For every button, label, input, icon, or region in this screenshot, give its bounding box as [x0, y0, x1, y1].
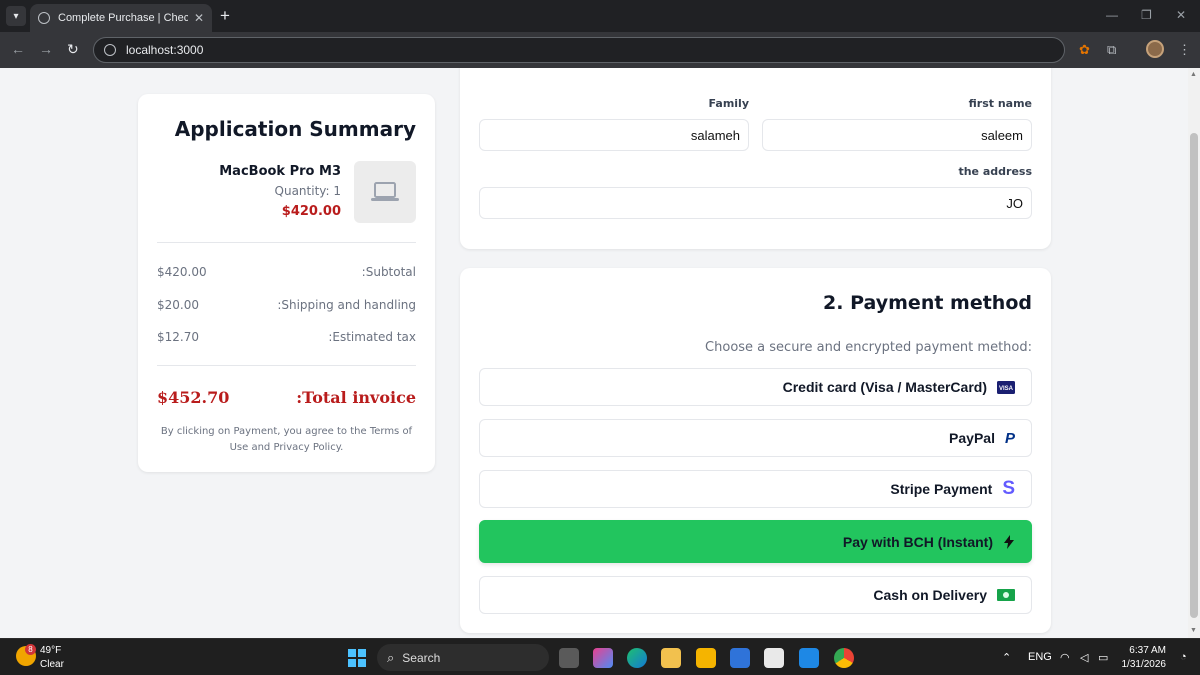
profile-avatar[interactable] — [1146, 40, 1164, 58]
payment-card: 2. Payment method Choose a secure and en… — [460, 268, 1051, 633]
extension-icon[interactable]: ✿ — [1079, 42, 1090, 58]
scroll-down-icon[interactable]: ▼ — [1190, 627, 1197, 634]
checkout-page: Application Summary MacBook Pro M3 Quant… — [0, 68, 1188, 638]
paypal-icon: P — [1004, 429, 1015, 447]
close-window-icon[interactable]: ✕ — [1176, 8, 1186, 22]
reload-icon[interactable]: ↻ — [67, 41, 79, 58]
total-row: Total invoice: $452.70 — [157, 388, 416, 407]
shipping-card: Family first name the address — [460, 68, 1051, 249]
stripe-icon: S — [1002, 478, 1015, 499]
edge-icon[interactable] — [627, 648, 647, 668]
clock[interactable]: 6:37 AM 1/31/2026 — [1122, 644, 1167, 672]
cash-label: Cash on Delivery — [873, 587, 987, 603]
bch-payment-button[interactable]: Pay with BCH (Instant) — [479, 520, 1032, 563]
outlook-icon[interactable] — [730, 648, 750, 668]
paypal-option[interactable]: PayPal P — [479, 419, 1032, 457]
battery-icon[interactable]: ▭ — [1098, 651, 1108, 664]
wifi-icon[interactable]: ◠ — [1060, 651, 1070, 664]
product-price: $420.00 — [281, 204, 341, 219]
restore-icon[interactable]: ❐ — [1141, 8, 1152, 22]
url-text: localhost:3000 — [126, 43, 204, 57]
shipping-row: Shipping and handling: $20.00 — [157, 298, 416, 312]
shipping-value: $20.00 — [157, 298, 199, 312]
shipping-label: Shipping and handling: — [277, 298, 416, 312]
divider — [157, 242, 416, 243]
weather-badge: 8 — [25, 644, 36, 655]
temperature: 49°F — [40, 645, 62, 656]
copilot-icon[interactable] — [593, 648, 613, 668]
svg-text:VISA: VISA — [999, 386, 1014, 392]
stripe-label: Stripe Payment — [890, 481, 993, 497]
address-label: the address — [958, 165, 1032, 178]
terms-text: By clicking on Payment, you agree to the… — [160, 426, 413, 453]
summary-title: Application Summary — [174, 117, 416, 141]
total-value: $452.70 — [157, 388, 230, 407]
taskbar: 8 49°F Clear ⌕ Search ⌃ ENG ◠ ◁ ▭ 6:37 A… — [0, 638, 1200, 675]
order-summary-card: Application Summary MacBook Pro M3 Quant… — [138, 94, 435, 472]
browser-toolbar: ← → ↻ localhost:3000 ✿ ⧉ ⋮ — [0, 32, 1200, 68]
subtotal-row: Subtotal: $420.00 — [157, 265, 416, 279]
subtotal-label: Subtotal: — [361, 265, 416, 279]
chrome-icon[interactable] — [834, 648, 854, 668]
payment-title: 2. Payment method — [823, 292, 1032, 314]
task-view-icon[interactable] — [559, 648, 579, 668]
chevron-up-icon[interactable]: ⌃ — [1002, 651, 1011, 664]
browser-tab-strip: ▾ Complete Purchase | Checkout ✕ + — ❐ ✕ — [0, 0, 1200, 32]
weather-condition: Clear — [40, 659, 64, 670]
credit-card-label: Credit card (Visa / MasterCard) — [782, 379, 987, 395]
laptop-icon — [354, 161, 416, 223]
back-icon[interactable]: ← — [11, 41, 25, 57]
credit-card-option[interactable]: Credit card (Visa / MasterCard) VISA — [479, 368, 1032, 406]
puzzle-icon[interactable]: ⧉ — [1107, 42, 1116, 58]
language-indicator[interactable]: ENG — [1028, 651, 1052, 663]
store-icon[interactable] — [764, 648, 784, 668]
lightning-icon — [1003, 534, 1015, 549]
browser-tab[interactable]: Complete Purchase | Checkout ✕ — [30, 4, 212, 32]
visa-card-icon: VISA — [997, 380, 1015, 394]
search-label: Search — [402, 650, 441, 665]
address-input[interactable] — [479, 187, 1032, 219]
date: 1/31/2026 — [1121, 659, 1167, 670]
globe-icon — [38, 12, 50, 24]
payment-subtitle: Choose a secure and encrypted payment me… — [705, 340, 1032, 355]
bch-label: Pay with BCH (Instant) — [842, 533, 993, 550]
cash-on-delivery-option[interactable]: Cash on Delivery — [479, 576, 1032, 614]
new-tab-button[interactable]: + — [220, 6, 230, 26]
paypal-label: PayPal — [949, 430, 995, 446]
site-info-icon[interactable] — [104, 44, 116, 56]
stripe-option[interactable]: Stripe Payment S — [479, 470, 1032, 508]
tax-row: Estimated tax: $12.70 — [157, 330, 416, 344]
divider — [157, 365, 416, 366]
cash-icon — [997, 589, 1015, 601]
file-explorer-icon[interactable] — [661, 648, 681, 668]
scroll-up-icon[interactable]: ▲ — [1190, 71, 1197, 78]
notification-bell-icon[interactable]: ◔ — [1180, 651, 1187, 663]
tab-search-icon[interactable]: ▾ — [6, 6, 26, 26]
minimize-icon[interactable]: — — [1106, 8, 1118, 22]
vscode-icon[interactable] — [799, 648, 819, 668]
address-bar[interactable]: localhost:3000 — [93, 37, 1065, 63]
product-name: MacBook Pro M3 — [219, 164, 341, 179]
tax-label: Estimated tax: — [328, 330, 416, 344]
family-input[interactable] — [479, 119, 749, 151]
first-name-label: first name — [968, 97, 1032, 110]
taskbar-search[interactable]: ⌕ Search — [377, 644, 549, 671]
product-quantity: Quantity: 1 — [274, 184, 341, 198]
search-icon: ⌕ — [387, 649, 395, 665]
start-button[interactable] — [348, 649, 366, 667]
subtotal-value: $420.00 — [157, 265, 207, 279]
volume-icon[interactable]: ◁ — [1080, 651, 1088, 664]
page-scrollbar[interactable]: ▲ ▼ — [1188, 68, 1200, 638]
tab-title: Complete Purchase | Checkout — [58, 12, 188, 24]
close-tab-icon[interactable]: ✕ — [194, 11, 204, 25]
more-menu-icon[interactable]: ⋮ — [1178, 42, 1191, 58]
time: 6:37 AM — [1129, 645, 1166, 656]
scrollbar-thumb[interactable] — [1190, 133, 1198, 618]
family-label: Family — [708, 97, 749, 110]
forward-icon[interactable]: → — [39, 41, 53, 57]
app-icon[interactable] — [696, 648, 716, 668]
first-name-input[interactable] — [762, 119, 1032, 151]
total-label: Total invoice: — [296, 388, 416, 407]
tax-value: $12.70 — [157, 330, 199, 344]
